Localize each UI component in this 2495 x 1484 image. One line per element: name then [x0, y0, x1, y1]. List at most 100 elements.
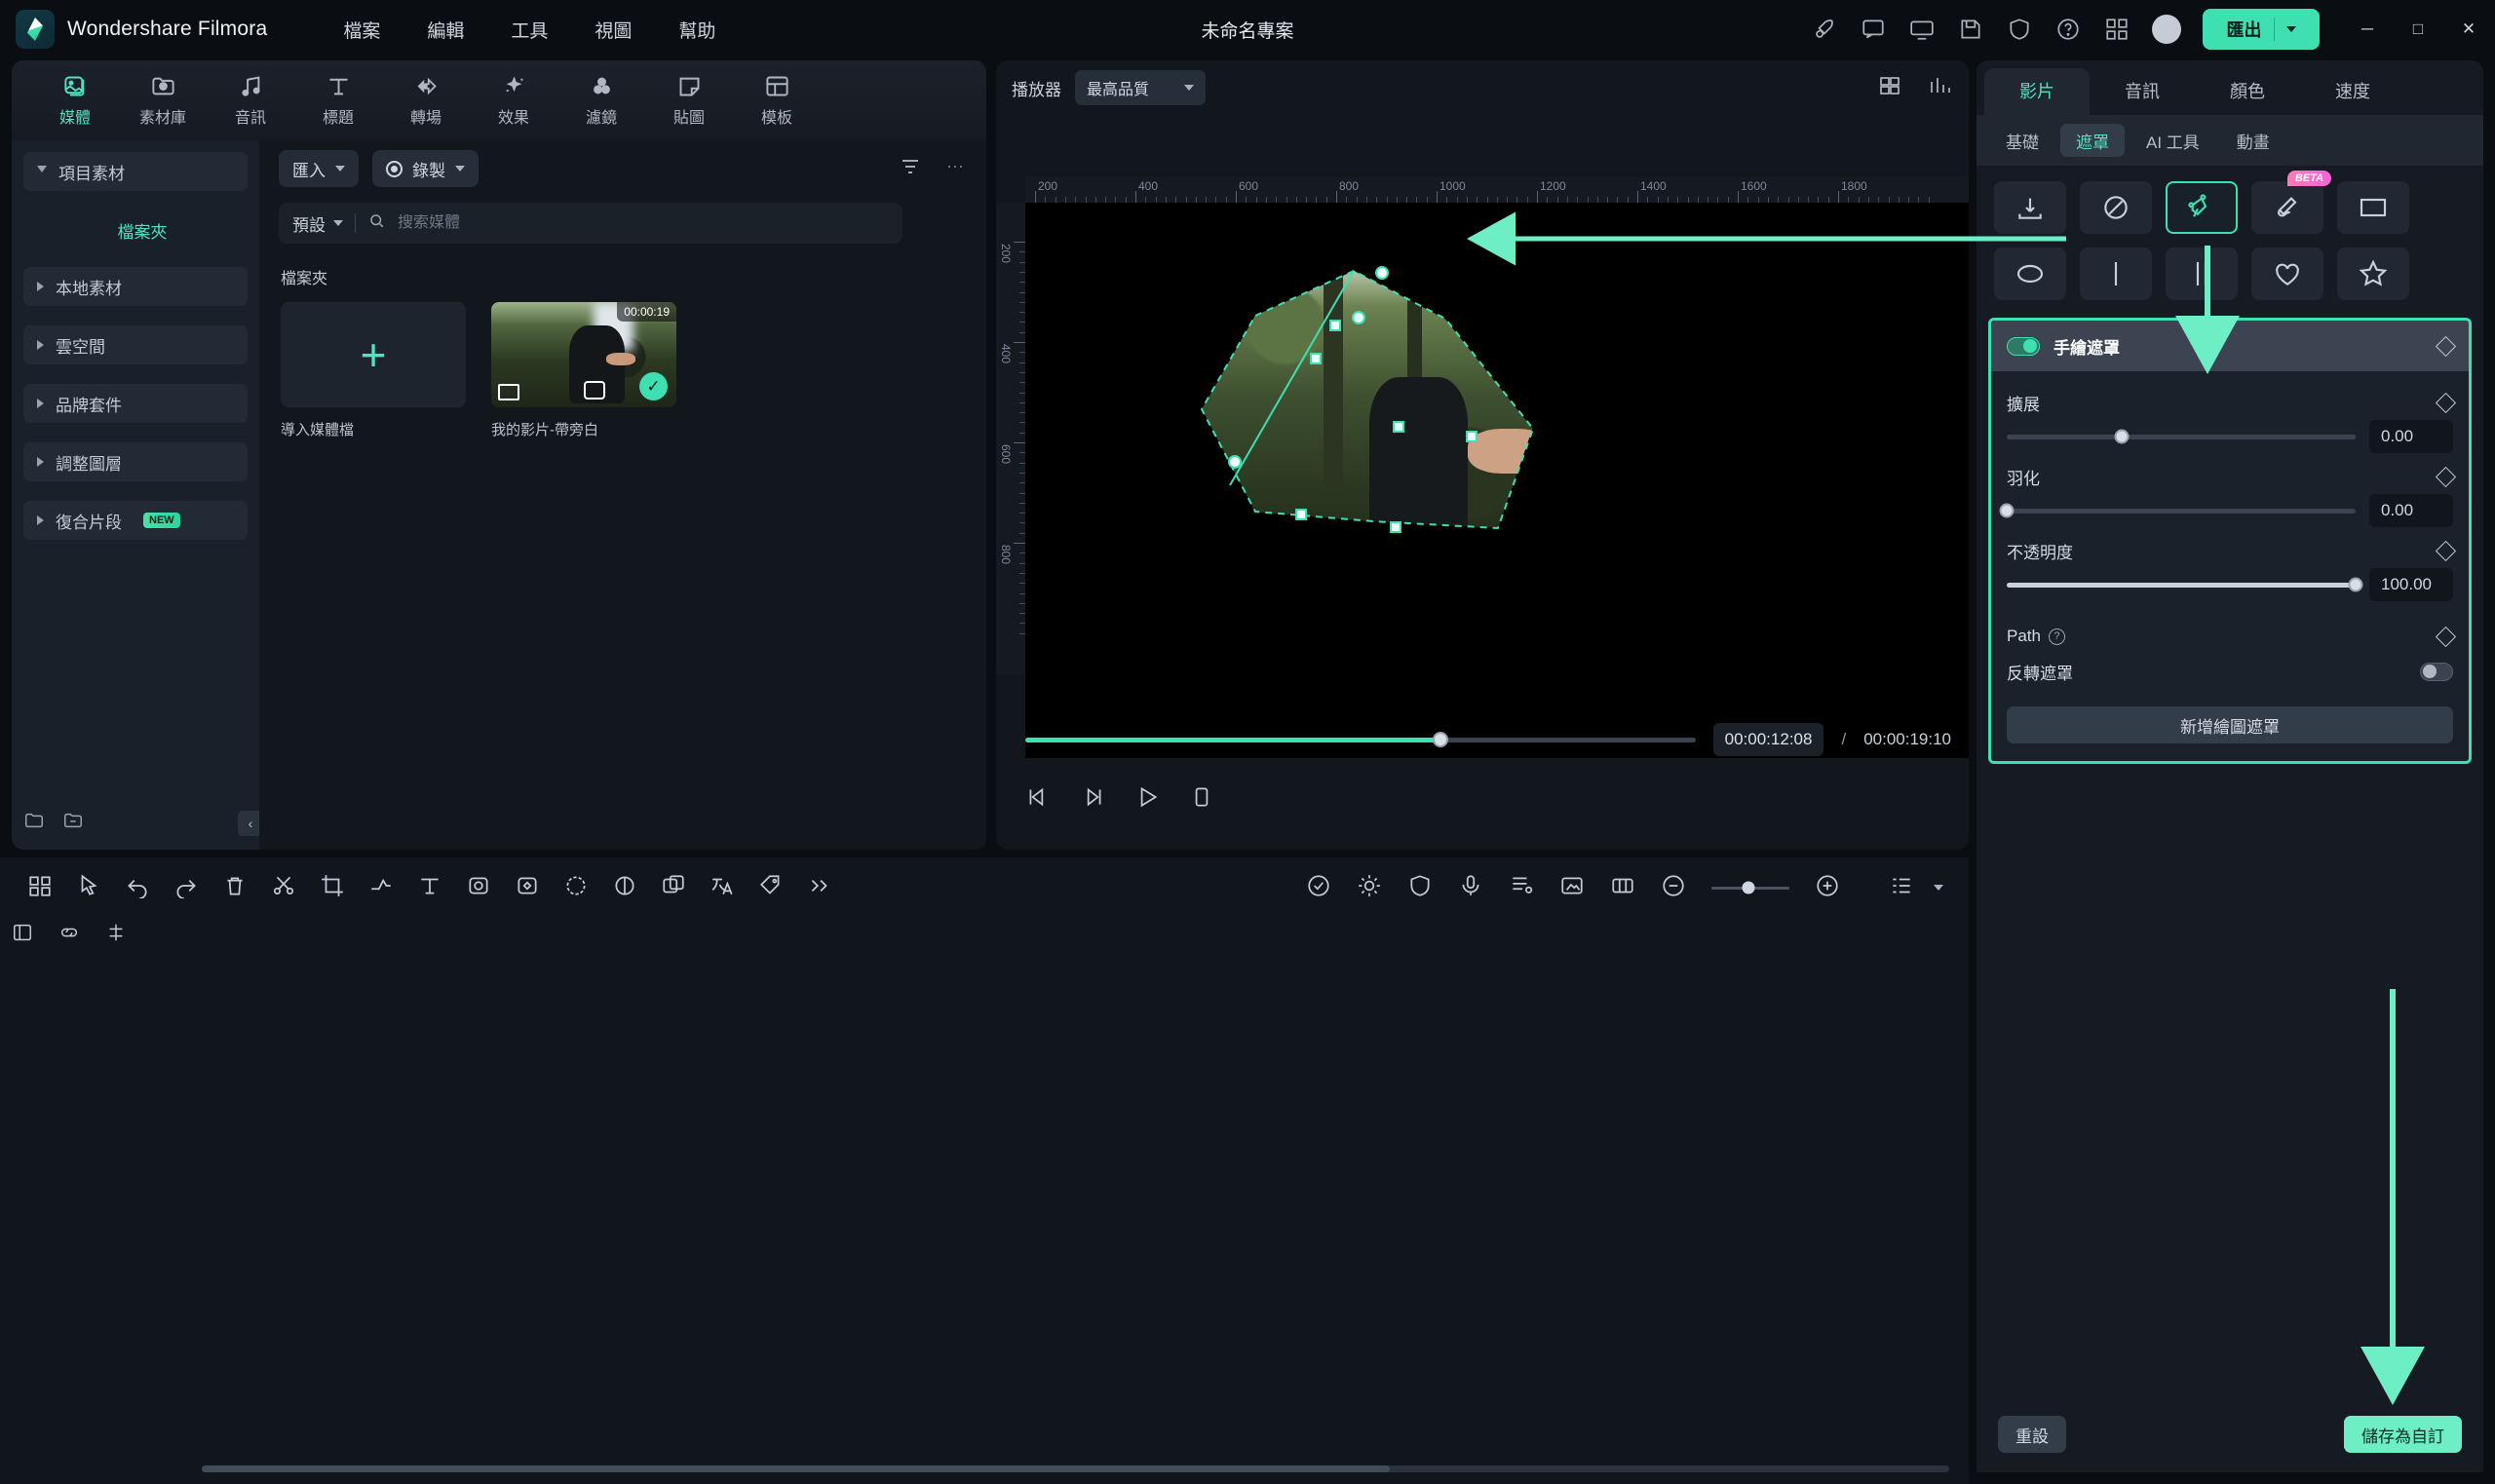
tool-tab-sticker[interactable]: 貼圖	[645, 73, 733, 128]
subtab-animation[interactable]: 動畫	[2221, 124, 2285, 157]
undo-icon[interactable]	[125, 873, 150, 903]
shield-icon[interactable]	[2006, 16, 2033, 43]
add-draw-mask-button[interactable]: 新增繪圖遮罩	[2007, 706, 2453, 743]
menu-item-tools[interactable]: 工具	[511, 17, 548, 43]
export-button[interactable]: 匯出	[2203, 9, 2320, 50]
opacity-value[interactable]: 100.00	[2369, 568, 2453, 601]
chevron-down-icon[interactable]	[1934, 885, 1943, 891]
keyframe-icon[interactable]	[515, 873, 540, 903]
mixer-icon[interactable]	[661, 873, 686, 903]
mask-anchor-point[interactable]	[1352, 311, 1365, 324]
tool-tab-effects[interactable]: 效果	[470, 73, 557, 128]
keyframe-icon[interactable]	[2435, 392, 2457, 413]
new-folder-icon[interactable]	[23, 810, 45, 836]
speed-icon[interactable]	[368, 873, 394, 903]
stop-button[interactable]	[1189, 784, 1214, 815]
reset-button[interactable]: 重設	[1998, 1416, 2066, 1453]
import-media-card[interactable]: + 導入媒體檔	[281, 302, 466, 439]
link-icon[interactable]	[58, 922, 80, 948]
tool-tab-template[interactable]: 模板	[733, 73, 821, 128]
menu-item-view[interactable]: 視圖	[595, 17, 632, 43]
smart-edit-icon[interactable]	[1306, 873, 1331, 903]
pen-mask-icon[interactable]	[2166, 181, 2238, 234]
ellipse-mask-icon[interactable]	[1994, 247, 2066, 300]
motion-track-icon[interactable]	[1610, 873, 1635, 903]
menu-item-edit[interactable]: 編輯	[427, 17, 464, 43]
mask-cursor-point[interactable]	[1228, 455, 1242, 469]
keyframe-icon[interactable]	[2435, 626, 2457, 647]
tool-tab-media[interactable]: 媒體	[31, 73, 119, 128]
sidebar-item-local-media[interactable]: 本地素材	[23, 267, 248, 306]
preview-stage[interactable]	[1025, 203, 1969, 758]
timeline-view-icon[interactable]	[1889, 873, 1914, 903]
sidebar-item-adjustment-layer[interactable]: 調整圖層	[23, 442, 248, 481]
double-line-mask-icon[interactable]	[2166, 247, 2238, 300]
mask-enable-toggle[interactable]	[2007, 336, 2040, 356]
keyframe-icon[interactable]	[2435, 466, 2457, 487]
previous-frame-button[interactable]	[1025, 784, 1051, 815]
current-time[interactable]: 00:00:12:08	[1712, 723, 1824, 756]
tool-tab-transition[interactable]: 轉場	[382, 73, 470, 128]
record-button[interactable]: 錄製	[372, 150, 479, 187]
green-screen-icon[interactable]	[1559, 873, 1585, 903]
subtab-ai-tools[interactable]: AI 工具	[2130, 124, 2215, 157]
mask-control-point[interactable]	[1393, 421, 1404, 433]
expand-slider[interactable]	[2007, 429, 2356, 444]
redo-icon[interactable]	[173, 873, 199, 903]
tag-icon[interactable]	[758, 873, 784, 903]
stabilize-icon[interactable]	[1407, 873, 1433, 903]
expand-value[interactable]: 0.00	[2369, 420, 2453, 453]
preset-dropdown[interactable]: 預設	[292, 211, 343, 236]
keyframe-icon[interactable]	[2435, 335, 2457, 357]
sidebar-item-cloud[interactable]: 雲空間	[23, 325, 248, 364]
star-mask-icon[interactable]	[2337, 247, 2409, 300]
close-button[interactable]: ✕	[2458, 19, 2479, 39]
avatar[interactable]	[2152, 15, 2181, 44]
more-options-icon[interactable]	[943, 155, 967, 183]
split-view-icon[interactable]	[1877, 74, 1902, 102]
timeline-zoom-slider[interactable]	[1711, 881, 1789, 894]
heart-mask-icon[interactable]	[2251, 247, 2323, 300]
tab-speed[interactable]: 速度	[2300, 78, 2405, 115]
menu-item-help[interactable]: 幫助	[678, 17, 715, 43]
chevron-down-icon[interactable]	[2285, 26, 2296, 32]
timeline-horizontal-scrollbar[interactable]	[202, 1465, 1949, 1472]
tool-tab-title[interactable]: 標題	[294, 73, 382, 128]
keyframe-icon[interactable]	[2435, 540, 2457, 561]
search-input[interactable]	[398, 214, 889, 232]
seek-slider[interactable]	[1025, 732, 1696, 747]
brush-mask-icon[interactable]: BETA	[2251, 171, 2331, 234]
tab-color[interactable]: 顏色	[2195, 78, 2300, 115]
chevron-down-icon[interactable]	[335, 166, 345, 171]
subtab-mask[interactable]: 遮罩	[2060, 124, 2125, 157]
beat-icon[interactable]	[1509, 873, 1534, 903]
more-icon[interactable]	[807, 873, 832, 903]
mask-control-point[interactable]	[1295, 509, 1307, 520]
feedback-icon[interactable]	[1860, 16, 1887, 43]
play-button[interactable]	[1134, 784, 1160, 815]
save-custom-button[interactable]: 儲存為自訂	[2344, 1416, 2462, 1453]
tool-tab-audio[interactable]: 音訊	[207, 73, 294, 128]
media-item-thumb[interactable]: 00:00:19 ✓	[491, 302, 676, 407]
none-mask-icon[interactable]	[2080, 181, 2152, 234]
mask-anchor-point[interactable]	[1375, 266, 1389, 280]
chevron-down-icon[interactable]	[455, 166, 465, 171]
zoom-out-icon[interactable]	[1661, 873, 1686, 903]
auto-enhance-icon[interactable]	[1357, 873, 1382, 903]
import-media-thumb[interactable]: +	[281, 302, 466, 407]
invert-mask-toggle[interactable]	[2420, 662, 2453, 681]
tab-video[interactable]: 影片	[1984, 68, 2090, 115]
split-icon[interactable]	[271, 873, 296, 903]
scope-icon[interactable]	[1928, 74, 1953, 102]
mask-icon[interactable]	[466, 873, 491, 903]
minimize-button[interactable]: ─	[2357, 19, 2378, 39]
mask-control-point[interactable]	[1310, 353, 1322, 364]
grid-icon[interactable]	[27, 873, 53, 903]
sidebar-item-brand-kit[interactable]: 品牌套件	[23, 384, 248, 423]
zoom-in-icon[interactable]	[1815, 873, 1840, 903]
import-mask-icon[interactable]	[1994, 181, 2066, 234]
crop-icon[interactable]	[320, 873, 345, 903]
feather-slider[interactable]	[1999, 503, 2356, 518]
audio-detach-icon[interactable]	[584, 381, 605, 400]
sidebar-item-compound-clip[interactable]: 復合片段 NEW	[23, 501, 248, 540]
